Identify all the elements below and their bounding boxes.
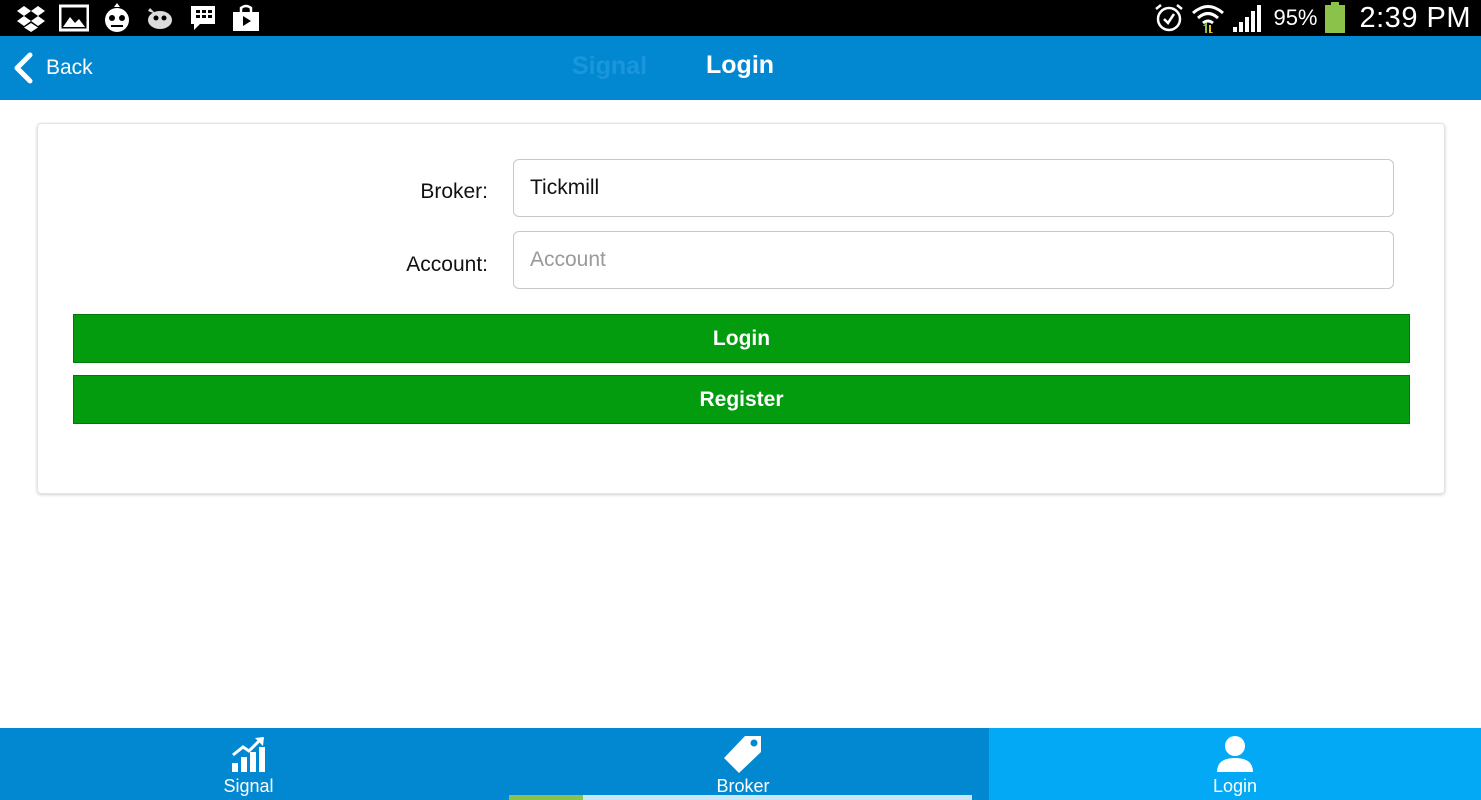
status-bar: 95% 2:39 PM — [0, 0, 1481, 36]
loading-indicator — [509, 795, 972, 800]
tag-icon — [723, 734, 763, 774]
fading-title: Signal — [572, 52, 648, 80]
back-label: Back — [46, 56, 93, 79]
broker-label: Broker: — [420, 180, 488, 203]
user-icon — [1215, 734, 1255, 774]
chart-growth-icon — [230, 734, 268, 774]
nav-label-broker: Broker — [716, 776, 770, 796]
dropbox-icon — [14, 3, 48, 33]
nav-item-broker[interactable]: Broker — [497, 728, 989, 800]
system-status: 95% 2:39 PM — [1153, 0, 1471, 36]
nav-label-signal: Signal — [223, 776, 274, 796]
chevron-left-icon — [8, 50, 38, 86]
login-card: Broker: Account: Login Register — [37, 123, 1445, 494]
broker-field[interactable] — [513, 159, 1394, 217]
notification-icons — [14, 3, 263, 33]
page-title: Login — [706, 51, 775, 79]
account-label: Account: — [406, 253, 488, 276]
app-screen: 95% 2:39 PM Back Signal Login Broker: Ac… — [0, 0, 1481, 800]
store-icon — [229, 3, 263, 33]
account-field[interactable] — [513, 231, 1394, 289]
back-button[interactable]: Back — [8, 48, 93, 88]
wifi-icon — [1191, 3, 1225, 33]
login-button[interactable]: Login — [73, 314, 1410, 363]
clock: 2:39 PM — [1359, 1, 1471, 34]
bbm-icon — [186, 3, 220, 33]
bottom-nav: Signal Broker Login — [0, 728, 1481, 800]
alarm-icon — [1153, 3, 1185, 33]
battery-percent: 95% — [1273, 5, 1318, 30]
bird-icon — [143, 3, 177, 33]
nav-item-login[interactable]: Login — [989, 728, 1481, 800]
nav-item-signal[interactable]: Signal — [0, 728, 497, 800]
game-icon — [100, 3, 134, 33]
register-button[interactable]: Register — [73, 375, 1410, 424]
app-header: Back Signal Login — [0, 36, 1481, 100]
gallery-icon — [57, 3, 91, 33]
battery-icon — [1324, 2, 1346, 33]
loading-indicator-fill — [509, 795, 583, 800]
loading-indicator-track — [583, 795, 972, 800]
signal-icon — [1231, 3, 1265, 33]
nav-label-login: Login — [1212, 776, 1258, 796]
